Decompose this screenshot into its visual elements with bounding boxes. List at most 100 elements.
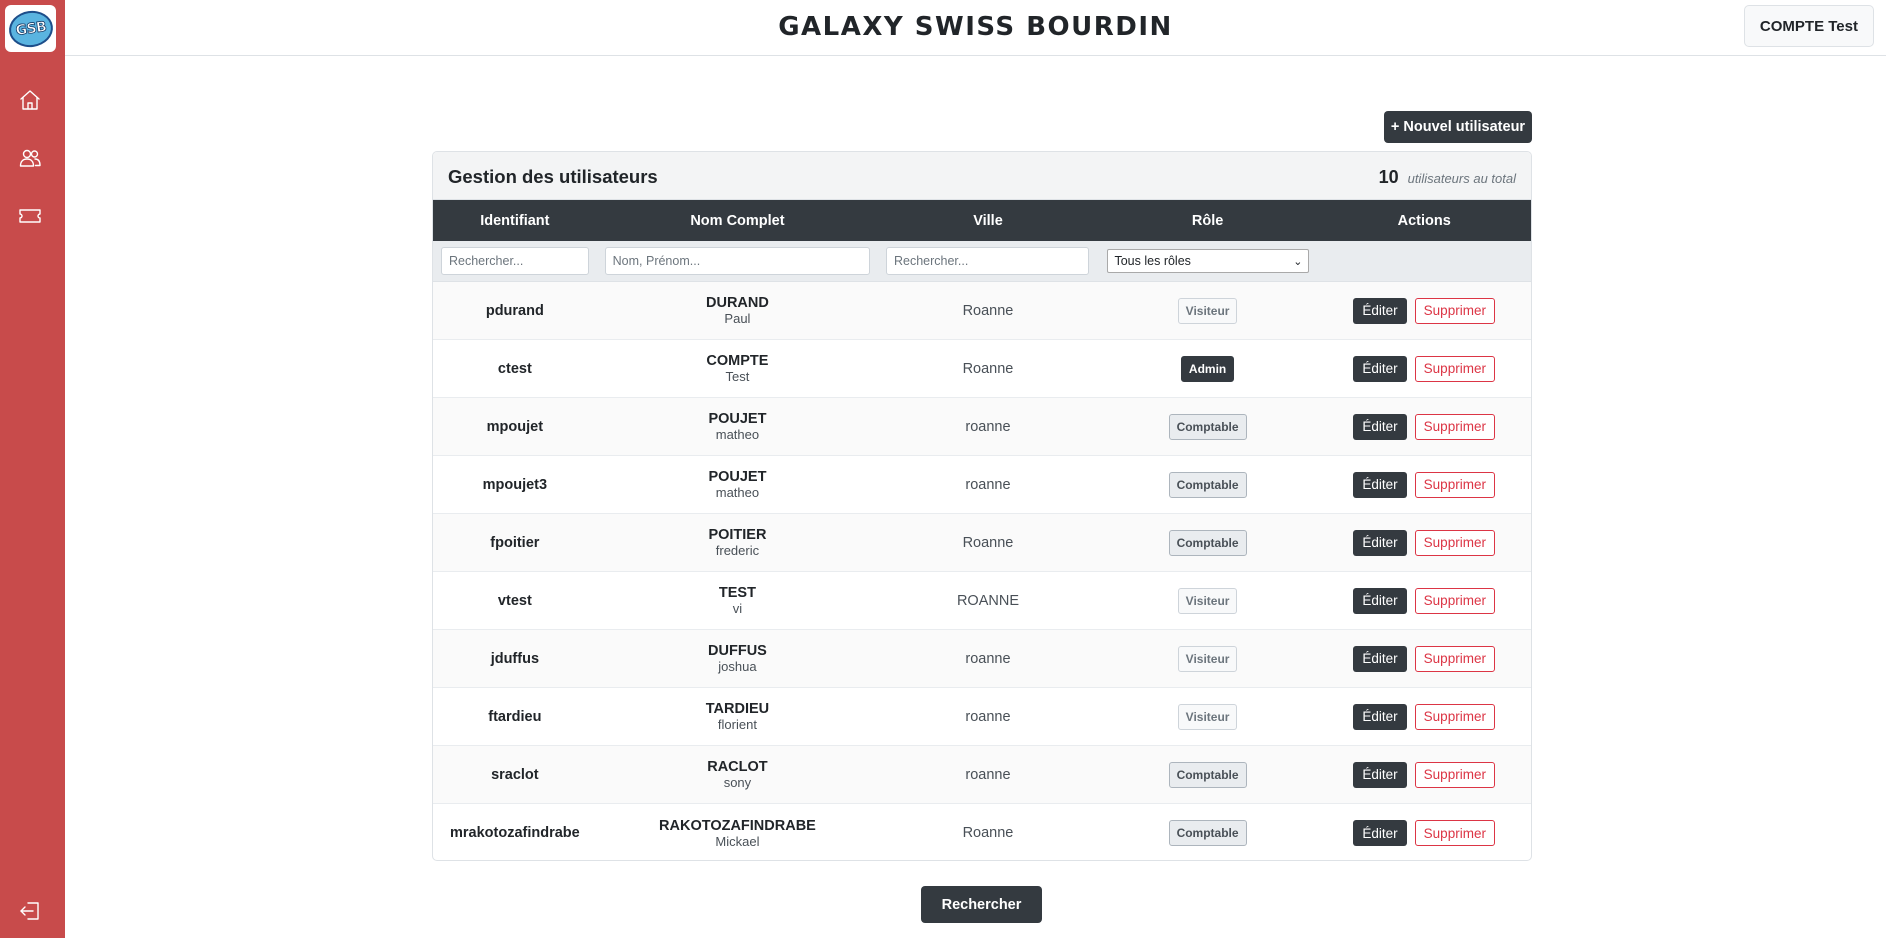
row-actions: Éditer Supprimer: [1317, 804, 1531, 860]
ticket-icon[interactable]: [18, 204, 42, 228]
user-first-name: sony: [723, 775, 752, 790]
delete-button[interactable]: Supprimer: [1414, 355, 1495, 382]
home-icon[interactable]: [18, 88, 42, 112]
edit-button[interactable]: Éditer: [1353, 761, 1407, 788]
user-full-name: TARDIEU florient: [597, 688, 878, 745]
user-city: Roanne: [962, 534, 1014, 551]
role-badge: Comptable: [1168, 529, 1247, 556]
role-badge: Comptable: [1168, 820, 1247, 846]
user-city: Roanne: [962, 825, 1014, 841]
table-row: ftardieu TARDIEU florient roanne Visiteur Édi…: [433, 688, 1531, 746]
user-last-name: POUJET: [708, 469, 767, 485]
col-header-nom: Nom Complet: [690, 212, 785, 229]
delete-button[interactable]: Supprimer: [1414, 413, 1495, 440]
delete-button[interactable]: Supprimer: [1414, 529, 1495, 556]
users-icon[interactable]: [18, 146, 42, 170]
user-city: roanne: [965, 708, 1011, 725]
edit-button[interactable]: Éditer: [1353, 529, 1407, 556]
gsb-logo[interactable]: GSB: [5, 5, 56, 52]
role-select-value: Tous les rôles: [1114, 254, 1191, 268]
user-full-name: DUFFUS joshua: [597, 630, 878, 687]
user-first-name: Test: [725, 369, 750, 384]
user-full-name: RACLOT sony: [597, 746, 878, 803]
user-count: 10 utilisateurs au total: [1379, 167, 1516, 188]
user-full-name: POUJET matheo: [597, 398, 878, 455]
role-select[interactable]: Tous les rôles ⌄: [1107, 249, 1310, 273]
user-city: roanne: [965, 650, 1011, 667]
delete-button[interactable]: Supprimer: [1414, 761, 1495, 788]
user-full-name: RAKOTOZAFINDRABE Mickael: [597, 804, 878, 860]
edit-button[interactable]: Éditer: [1353, 645, 1407, 672]
delete-button[interactable]: Supprimer: [1414, 703, 1495, 730]
table-row: ctest COMPTE Test Roanne Admin Éditer Supprime…: [433, 340, 1531, 398]
col-header-role: Rôle: [1191, 212, 1224, 229]
delete-button[interactable]: Supprimer: [1414, 471, 1495, 498]
col-header-ville: Ville: [973, 212, 1003, 229]
user-last-name: TARDIEU: [705, 701, 770, 717]
edit-button[interactable]: Éditer: [1353, 471, 1407, 498]
user-full-name: COMPTE Test: [597, 340, 878, 397]
col-header-actions: Actions: [1397, 212, 1451, 229]
user-count-label: utilisateurs au total: [1407, 171, 1516, 186]
ident-search-input[interactable]: Rechercher...: [441, 247, 589, 275]
table-row: fpoitier POITIER frederic Roanne Comptable Éd…: [433, 514, 1531, 572]
user-city: roanne: [965, 476, 1011, 493]
table-row: mpoujet3 POUJET matheo roanne Comptable Édite…: [433, 456, 1531, 514]
logo-text: GSB: [6, 7, 55, 50]
account-button[interactable]: COMPTE Test: [1743, 5, 1874, 47]
delete-button[interactable]: Supprimer: [1414, 587, 1495, 614]
role-badge: Visiteur: [1177, 703, 1238, 730]
search-button[interactable]: Rechercher: [921, 886, 1042, 923]
new-user-button[interactable]: + Nouvel utilisateur: [1384, 111, 1532, 143]
edit-button[interactable]: Éditer: [1353, 355, 1407, 382]
user-first-name: matheo: [715, 485, 760, 500]
user-first-name: florient: [717, 717, 757, 732]
col-header-identifiant: Identifiant: [480, 212, 550, 229]
table-header: Identifiant Nom Complet Ville Rôle Actio…: [433, 200, 1531, 241]
table-row: sraclot RACLOT sony roanne Comptable Éditer Su…: [433, 746, 1531, 804]
edit-button[interactable]: Éditer: [1353, 587, 1407, 614]
user-first-name: frederic: [715, 543, 760, 558]
user-city: Roanne: [962, 302, 1014, 319]
user-identifiant: ftardieu: [488, 708, 542, 725]
row-actions: Éditer Supprimer: [1317, 282, 1531, 339]
delete-button[interactable]: Supprimer: [1414, 297, 1495, 324]
filter-row: Rechercher... Nom, Prénom... Rechercher.…: [433, 241, 1531, 282]
user-last-name: COMPTE: [706, 353, 769, 369]
table-row: vtest TEST vi ROANNE Visiteur Éditer Supprimer: [433, 572, 1531, 630]
user-full-name: POITIER frederic: [597, 514, 878, 571]
user-city: Roanne: [962, 360, 1014, 377]
row-actions: Éditer Supprimer: [1317, 746, 1531, 803]
chevron-down-icon: ⌄: [1293, 255, 1303, 268]
logout-icon[interactable]: [18, 899, 42, 923]
name-search-input[interactable]: Nom, Prénom...: [604, 247, 870, 275]
delete-button[interactable]: Supprimer: [1414, 645, 1495, 672]
edit-button[interactable]: Éditer: [1353, 413, 1407, 440]
role-badge: Visiteur: [1177, 297, 1238, 324]
edit-button[interactable]: Éditer: [1353, 703, 1407, 730]
user-last-name: DUFFUS: [708, 643, 767, 659]
page-title: GALAXY SWISS BOURDIN: [778, 12, 1173, 42]
edit-button[interactable]: Éditer: [1353, 820, 1407, 846]
user-identifiant: ctest: [497, 360, 532, 377]
sidebar: GSB: [0, 0, 65, 938]
user-identifiant: jduffus: [490, 650, 540, 667]
table-row: mrakotozafindrabe RAKOTOZAFINDRABE Mickael…: [433, 804, 1531, 860]
user-identifiant: mpoujet3: [482, 476, 548, 493]
table-row: mpoujet POUJET matheo roanne Comptable Éditer…: [433, 398, 1531, 456]
role-badge: Admin: [1180, 355, 1235, 382]
user-last-name: RAKOTOZAFINDRABE: [659, 817, 816, 834]
user-last-name: DURAND: [706, 295, 769, 311]
user-city: roanne: [965, 418, 1011, 435]
user-full-name: DURAND Paul: [597, 282, 878, 339]
user-first-name: Mickael: [715, 833, 760, 849]
user-last-name: POITIER: [708, 527, 767, 543]
city-search-input[interactable]: Rechercher...: [885, 247, 1090, 275]
user-full-name: TEST vi: [597, 572, 878, 629]
edit-button[interactable]: Éditer: [1353, 297, 1407, 324]
row-actions: Éditer Supprimer: [1317, 572, 1531, 629]
row-actions: Éditer Supprimer: [1317, 630, 1531, 687]
delete-button[interactable]: Supprimer: [1414, 820, 1495, 846]
user-first-name: joshua: [718, 659, 757, 674]
role-badge: Comptable: [1168, 413, 1247, 440]
